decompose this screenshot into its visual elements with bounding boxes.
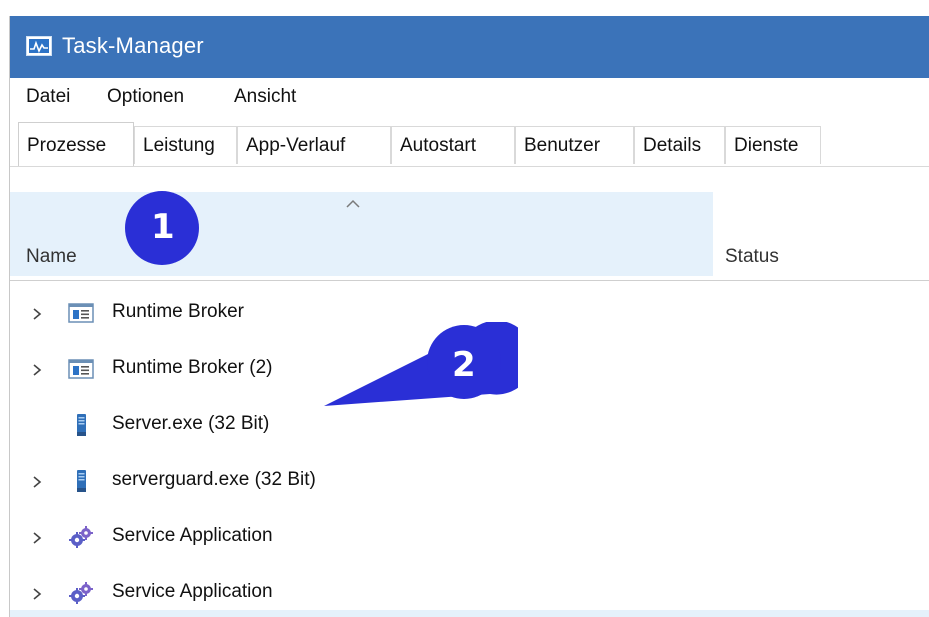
process-name: serverguard.exe (32 Bit) <box>112 469 316 490</box>
process-row[interactable]: Service Application <box>10 510 929 566</box>
tab-benutzer[interactable]: Benutzer <box>515 126 634 164</box>
server-icon <box>77 470 86 492</box>
tab-bar: Prozesse Leistung App-Verlauf Autostart … <box>10 116 929 167</box>
task-manager-icon <box>26 36 52 56</box>
next-row-highlight <box>10 610 929 617</box>
name-column-header[interactable]: Name <box>10 192 713 276</box>
annotation-marker-2-icon <box>324 322 518 406</box>
process-name: Runtime Broker <box>112 301 244 322</box>
name-column-label: Name <box>26 246 77 267</box>
menu-optionen[interactable]: Optionen <box>107 86 184 108</box>
process-name: Service Application <box>112 581 273 602</box>
chevron-right-icon[interactable] <box>30 528 44 548</box>
screen-margin-left <box>0 16 9 617</box>
tab-details[interactable]: Details <box>634 126 725 164</box>
annotation-marker-1-label: 1 <box>151 207 175 247</box>
menu-bar: Datei Optionen Ansicht <box>10 78 929 116</box>
process-name: Runtime Broker (2) <box>112 357 273 378</box>
tab-app-verlauf[interactable]: App-Verlauf <box>237 126 391 164</box>
chevron-right-icon[interactable] <box>30 584 44 604</box>
window-title: Task-Manager <box>62 33 204 58</box>
chevron-right-icon[interactable] <box>30 360 44 380</box>
server-icon <box>77 414 86 436</box>
chevron-right-icon[interactable] <box>30 304 44 324</box>
menu-datei[interactable]: Datei <box>26 86 70 108</box>
chevron-right-icon[interactable] <box>30 472 44 492</box>
gears-icon <box>69 582 93 604</box>
tab-prozesse[interactable]: Prozesse <box>18 122 134 166</box>
gears-icon <box>69 526 93 548</box>
tab-dienste[interactable]: Dienste <box>725 126 821 164</box>
tab-leistung[interactable]: Leistung <box>134 126 237 164</box>
sort-ascending-icon <box>346 199 360 208</box>
window-app-icon <box>68 303 94 323</box>
process-name: Service Application <box>112 525 273 546</box>
task-manager-window: Task-Manager Datei Optionen Ansicht Proz… <box>9 16 929 617</box>
window-app-icon <box>68 359 94 379</box>
menu-ansicht[interactable]: Ansicht <box>234 86 296 108</box>
process-name: Server.exe (32 Bit) <box>112 413 270 434</box>
tab-autostart[interactable]: Autostart <box>391 126 515 164</box>
screen-margin-top <box>0 0 929 16</box>
header-divider <box>10 280 929 281</box>
status-column-header[interactable]: Status <box>725 246 779 268</box>
process-row[interactable]: serverguard.exe (32 Bit) <box>10 454 929 510</box>
title-bar[interactable]: Task-Manager <box>10 16 929 78</box>
annotation-marker-2-label: 2 <box>452 345 476 385</box>
